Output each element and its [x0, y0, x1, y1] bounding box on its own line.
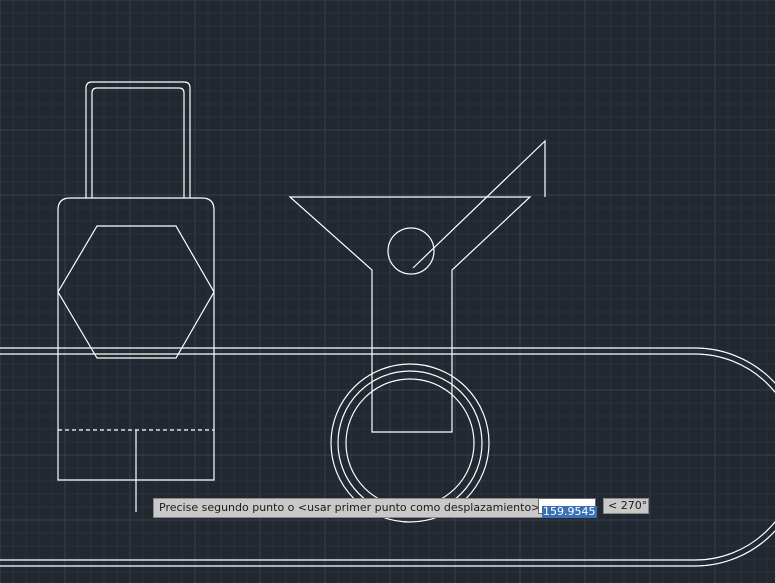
distance-value[interactable]: 159.9545 — [542, 506, 597, 518]
bottle-cap[interactable] — [85, 81, 191, 198]
drawing-geometry — [0, 81, 775, 567]
angle-readout: < 270° — [603, 498, 649, 514]
drawing-canvas[interactable] — [0, 0, 775, 583]
ring-middle[interactable] — [337, 370, 483, 516]
funnel-circle[interactable] — [387, 227, 435, 275]
command-prompt-text: Precise segundo punto o <usar primer pun… — [159, 501, 545, 514]
command-prompt-tooltip: Precise segundo punto o <usar primer pun… — [153, 498, 551, 518]
distance-input[interactable]: 159.9545 — [538, 498, 597, 518]
lever-line[interactable] — [412, 139, 546, 269]
slot-inner[interactable] — [0, 353, 775, 561]
